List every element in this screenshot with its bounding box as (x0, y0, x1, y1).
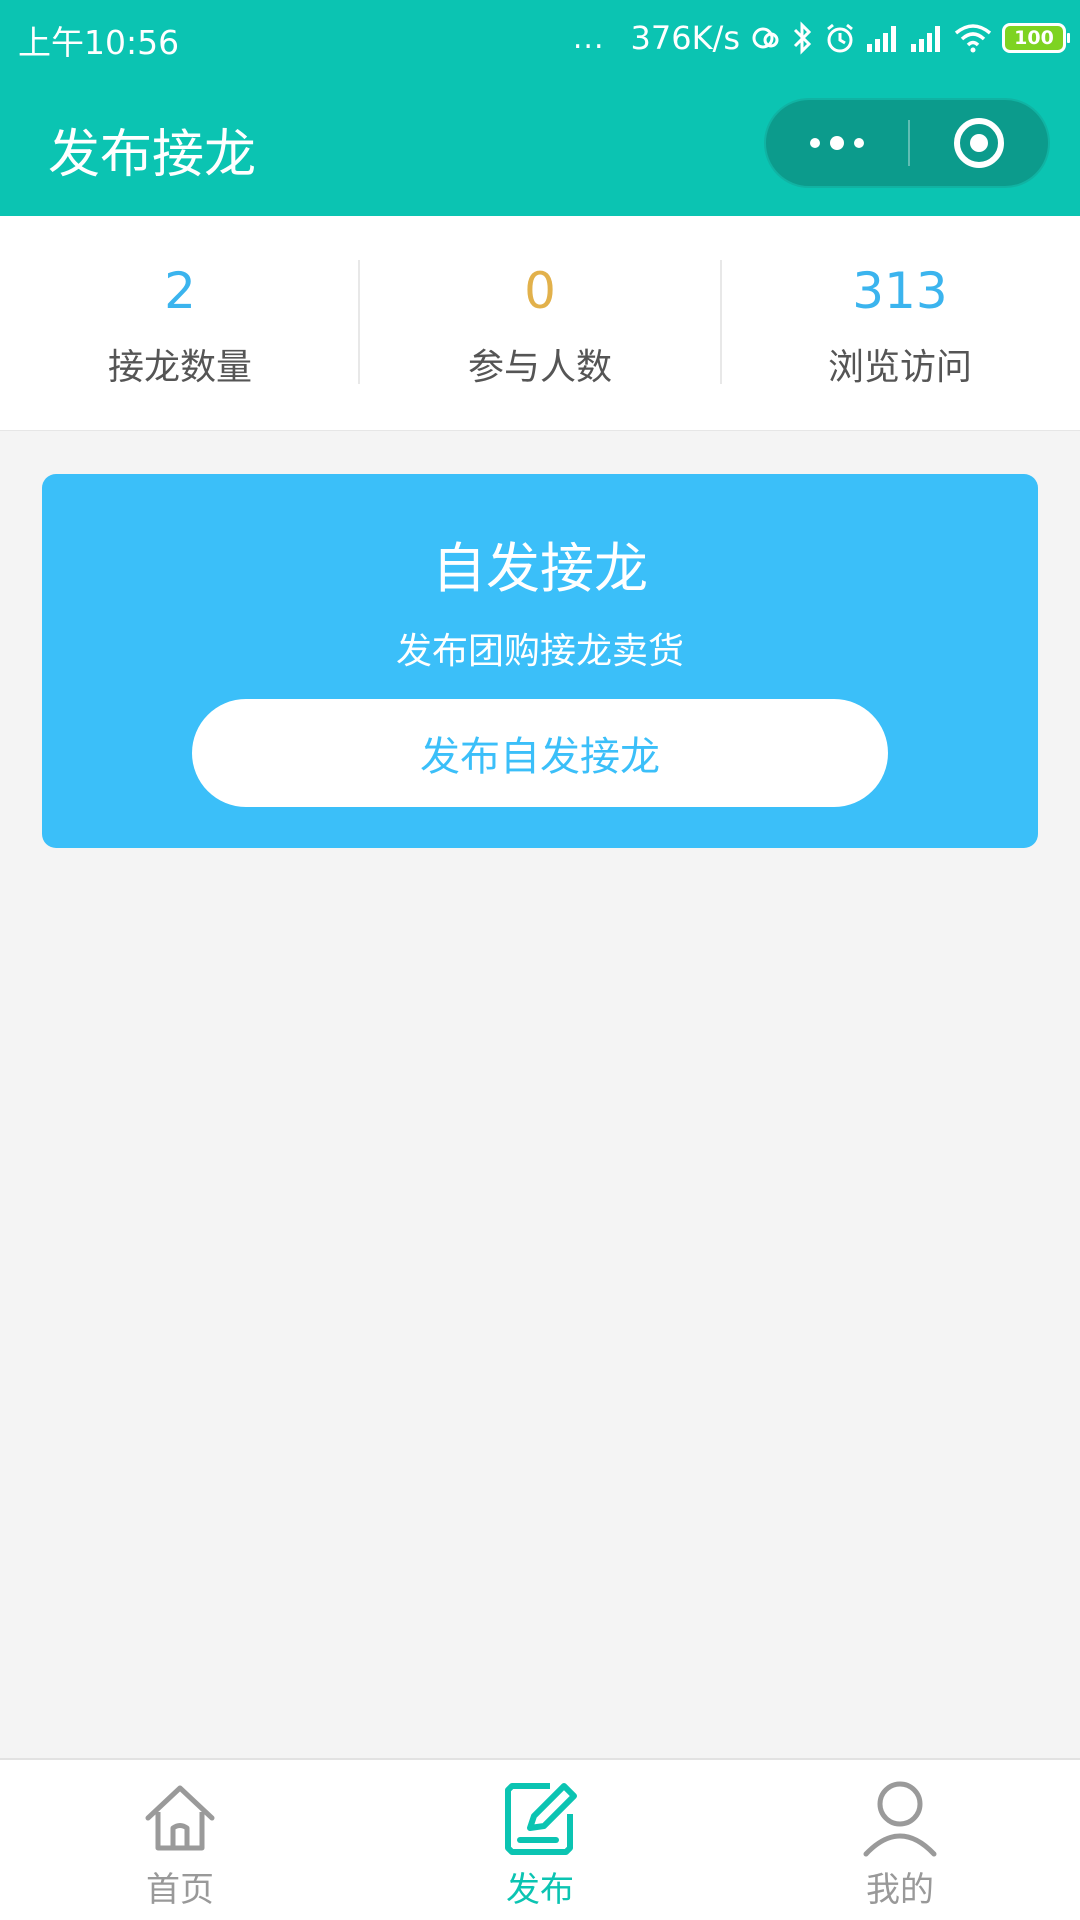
stat-value: 313 (852, 262, 948, 320)
sync-icon (752, 27, 779, 49)
stat-participants: 0 参与人数 (360, 216, 720, 430)
network-speed: 376K/s (630, 19, 740, 57)
more-icon (810, 136, 864, 150)
card-title: 自发接龙 (432, 537, 648, 600)
publish-self-chain-button[interactable]: 发布自发接龙 (192, 699, 888, 807)
wifi-icon (954, 24, 992, 53)
card-subtitle: 发布团购接龙卖货 (395, 631, 684, 672)
stat-label: 接龙数量 (107, 347, 252, 388)
user-icon (863, 1781, 937, 1857)
page-title: 发布接龙 (48, 125, 257, 185)
tab-publish[interactable]: 发布 (360, 1760, 720, 1920)
bluetooth-icon (793, 21, 812, 55)
status-icons: ... 376K/s 100 (572, 14, 1070, 62)
stat-value: 0 (524, 262, 556, 320)
alarm-icon (827, 23, 853, 53)
battery-icon: 100 (1002, 23, 1070, 53)
stat-value: 2 (164, 262, 196, 320)
battery-level: 100 (1014, 27, 1054, 49)
mini-program-capsule (764, 98, 1050, 188)
close-button[interactable] (910, 100, 1048, 186)
edit-icon (505, 1783, 577, 1855)
tab-label: 我的 (866, 1870, 934, 1910)
stats-panel: 2 接龙数量 0 参与人数 313 浏览访问 (0, 216, 1080, 431)
tab-label: 发布 (506, 1870, 574, 1910)
tab-mine[interactable]: 我的 (720, 1760, 1080, 1920)
tab-home[interactable]: 首页 (0, 1760, 360, 1920)
top-bar: 上午10:56 ... 376K/s 100 发布接龙 (0, 0, 1080, 216)
signal-icon (867, 26, 896, 52)
tab-label: 首页 (146, 1870, 214, 1910)
status-bar: 上午10:56 ... 376K/s 100 (0, 0, 1080, 76)
stat-label: 参与人数 (467, 347, 612, 388)
stat-views: 313 浏览访问 (720, 216, 1080, 430)
signal-icon (911, 26, 940, 52)
stat-label: 浏览访问 (827, 347, 972, 388)
stat-chain-count: 2 接龙数量 (0, 216, 360, 430)
tab-bar: 首页 发布 我的 (0, 1758, 1080, 1920)
home-icon (145, 1785, 215, 1851)
target-icon (954, 118, 1004, 168)
status-dots: ... (572, 20, 605, 56)
self-chain-card: 自发接龙 发布团购接龙卖货 发布自发接龙 (42, 474, 1038, 848)
status-time: 上午10:56 (18, 23, 180, 62)
more-button[interactable] (766, 100, 908, 186)
